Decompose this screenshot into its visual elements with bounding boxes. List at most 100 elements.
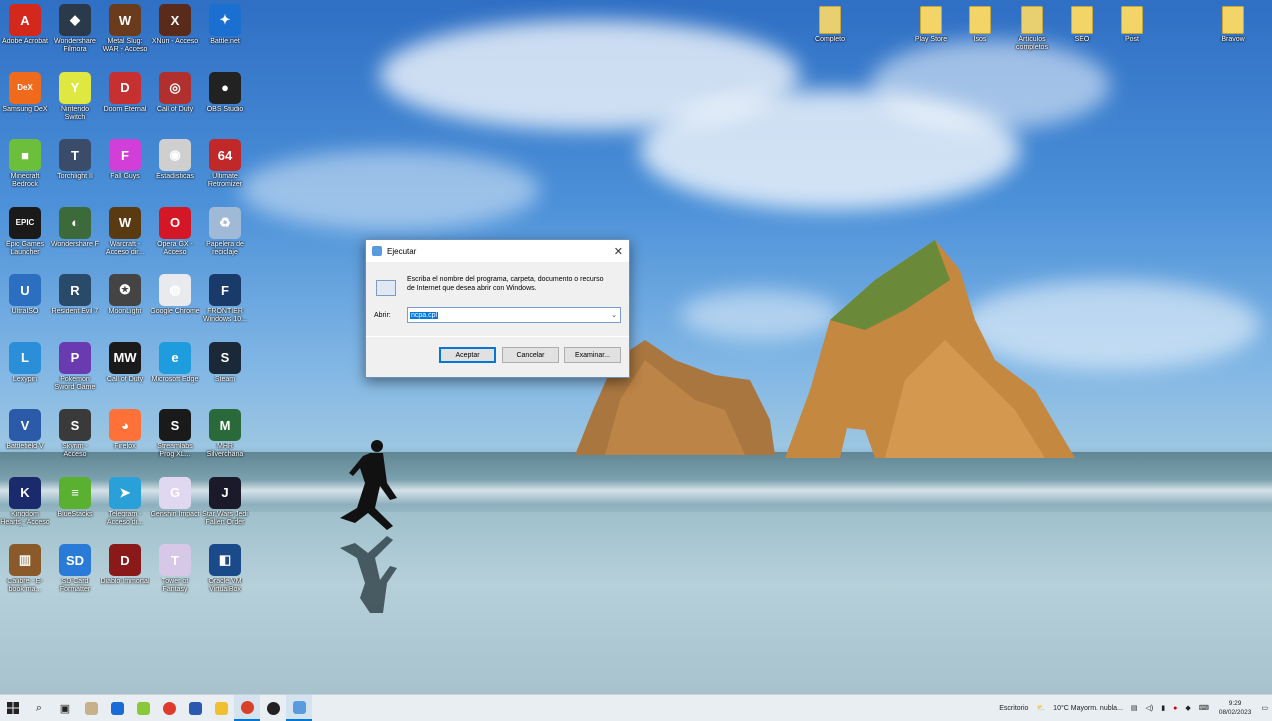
desktop-icon[interactable]: D Diablo Immortal xyxy=(100,544,150,586)
keyboard-icon[interactable]: ⌨ xyxy=(1199,704,1209,712)
desktop-icon[interactable]: ◆ Wondershare Filmora xyxy=(50,4,100,54)
desktop-icon[interactable]: ✦ Battle.net xyxy=(200,4,250,46)
chrome-active-icon[interactable] xyxy=(234,695,260,721)
game-icon: G xyxy=(159,476,191,509)
run-task-icon[interactable] xyxy=(286,695,312,721)
desktop-icon[interactable]: R Resident Evil 7 xyxy=(50,274,100,316)
folder-icon xyxy=(969,6,991,34)
start-button[interactable] xyxy=(0,695,26,721)
game-icon: P xyxy=(59,341,91,374)
desktop-icon[interactable]: L Lexypin xyxy=(0,341,50,384)
desktop-icon[interactable]: P Pokemon Sword Game xyxy=(50,341,100,392)
desktop-icon[interactable]: F Fall Guys xyxy=(100,139,150,181)
desktop-icon-label: Telegram - Acceso di... xyxy=(106,510,144,526)
desktop-icon[interactable]: T Tower of Fantasy xyxy=(150,544,200,594)
weather-icon[interactable]: ⛅ xyxy=(1036,704,1045,712)
desktop-icon[interactable]: M MHR Silverchana xyxy=(200,409,250,459)
desktop-icon[interactable]: ♻ Papelera de reciclaje xyxy=(200,206,250,257)
desktop-icon[interactable]: ◕ Firefox xyxy=(100,409,150,451)
close-icon[interactable]: ✕ xyxy=(614,245,623,258)
desktop-icon[interactable]: S Steam xyxy=(200,341,250,384)
desktop-icon[interactable]: EPIC Epic Games Launcher xyxy=(0,206,50,257)
explorer-icon[interactable] xyxy=(208,695,234,721)
chevron-down-icon[interactable]: ⌄ xyxy=(611,311,617,319)
iso-icon: U xyxy=(9,274,41,306)
desktop-icon[interactable]: ➤ Telegram - Acceso di... xyxy=(100,476,150,527)
browse-button[interactable]: Examinar... xyxy=(564,347,621,363)
desktop-icon[interactable]: A Adobe Acrobat xyxy=(0,4,50,46)
desktop-icon[interactable]: W Metal Slug: WAR - Acceso dir... xyxy=(100,4,150,54)
desktop-icon-label: Pokemon Sword Game xyxy=(54,375,96,391)
desktop-icon-label: Microsoft Edge xyxy=(151,375,199,383)
zip-folder-icon xyxy=(1021,6,1043,34)
desktop-icon[interactable]: DeX Samsung DeX xyxy=(0,71,50,114)
desktop-icon-label: Call of Duty xyxy=(106,375,144,383)
open-label: Abrir: xyxy=(374,312,391,319)
cancel-button[interactable]: Cancelar xyxy=(502,347,559,363)
open-input-value[interactable]: ncpa.cpl xyxy=(410,311,439,319)
ok-button[interactable]: Aceptar xyxy=(439,347,496,363)
desktop-icon[interactable]: D Doom Eternal xyxy=(100,71,150,114)
volume-icon[interactable]: ◁) xyxy=(1146,704,1154,712)
desktop-icon[interactable]: ≡ BlueStacks xyxy=(50,476,100,519)
desktop-folder[interactable]: Artículos completos xyxy=(1007,6,1057,52)
desktop-icon[interactable]: SD SD Card Formatter xyxy=(50,544,100,594)
desktop-icon[interactable]: J Star Wars Jedi Fallen Order xyxy=(200,476,250,527)
desktop-icon[interactable]: ● OBS Studio xyxy=(200,71,250,114)
desktop-icon[interactable]: S Skyrim - Acceso xyxy=(50,409,100,459)
desktop-icon[interactable]: ◍ Google Chrome xyxy=(150,274,200,316)
desktop-icon[interactable]: ◎ Call of Duty xyxy=(150,71,200,114)
desktop-icon[interactable]: ◐ Wondershare F xyxy=(50,206,100,249)
desktop-icon[interactable]: O Opera GX - Acceso xyxy=(150,206,200,257)
notepad-icon[interactable] xyxy=(130,695,156,721)
desktop-icon[interactable]: ✪ MoonLight xyxy=(100,274,150,316)
game-icon: F xyxy=(109,139,141,171)
yuzu-icon: Y xyxy=(59,71,91,104)
mic-icon[interactable]: ▮ xyxy=(1161,704,1165,712)
desktop-icon[interactable]: ▥ Calibre - E-book ma... xyxy=(0,544,50,594)
desktop-icon[interactable]: G Genshin Impact xyxy=(150,476,200,519)
task-view-icon[interactable]: ▣ xyxy=(52,695,78,721)
desktop-icon[interactable]: T Torchlight II xyxy=(50,139,100,181)
network-icon[interactable]: ▤ xyxy=(1131,704,1138,712)
desktop-folder[interactable]: Play Store xyxy=(906,6,956,44)
obs-icon[interactable] xyxy=(260,695,286,721)
clock[interactable]: 9:29 08/02/2023 xyxy=(1219,699,1252,717)
desktop-icon[interactable]: S Streamlabs Prog XL... xyxy=(150,409,200,459)
monitor-icon[interactable] xyxy=(182,695,208,721)
run-dialog-titlebar[interactable]: Ejecutar ✕ xyxy=(366,240,629,262)
shield-icon[interactable]: ◆ xyxy=(1185,704,1190,712)
desktop-icon[interactable]: F FRONTIER Windows 10... xyxy=(200,274,250,324)
desktop-folder[interactable]: Isos xyxy=(955,6,1005,44)
desktop-folder[interactable]: Post xyxy=(1107,6,1157,44)
desktop-icon[interactable]: ◉ Estadísticas xyxy=(150,139,200,181)
battlenet-icon: ✦ xyxy=(209,4,241,36)
desktop-icon[interactable]: MW Call of Duty xyxy=(100,341,150,384)
open-combobox[interactable]: ncpa.cpl ⌄ xyxy=(407,307,621,323)
desktop-icon[interactable]: V Battlefield V xyxy=(0,409,50,451)
record-icon[interactable]: ● xyxy=(1173,705,1177,712)
desktop-icon[interactable]: X XNuri - Acceso xyxy=(150,4,200,46)
desktop-icon[interactable]: KKingdom Hearts - Acceso dir... xyxy=(0,476,50,527)
desktop-icon[interactable]: ◧ Oracle VM VirtualBox xyxy=(200,544,250,594)
chrome-icon[interactable] xyxy=(156,695,182,721)
desktop-folder[interactable]: Completo xyxy=(805,6,855,44)
store-icon[interactable] xyxy=(104,695,130,721)
desktop-folder[interactable]: Bravow xyxy=(1208,6,1258,44)
notification-icon[interactable]: ▭ xyxy=(1261,704,1268,712)
desktop-toolbar-label[interactable]: Escritorio xyxy=(999,705,1028,712)
desktop-icon-label: SD Card Formatter xyxy=(59,578,91,593)
desktop-icon[interactable]: Y Nintendo Switch xyxy=(50,71,100,122)
desktop-folder[interactable]: SEO xyxy=(1057,6,1107,44)
search-icon[interactable]: ⌕ xyxy=(26,695,52,721)
desktop-icon[interactable]: ■ Minecraft Bedrock xyxy=(0,139,50,189)
desktop-icon-label: XNuri - Acceso xyxy=(151,38,199,45)
desktop-icon[interactable]: U UltraISO xyxy=(0,274,50,316)
pin-app-icon[interactable] xyxy=(78,695,104,721)
desktop-icon[interactable]: e Microsoft Edge xyxy=(150,341,200,384)
desktop-icon[interactable]: W Warcraft - Acceso dir... xyxy=(100,206,150,257)
desktop-icon-label: Fall Guys xyxy=(110,173,140,180)
desktop-icon[interactable]: 64 Ultimate Retromizer xyxy=(200,139,250,189)
weather-text[interactable]: 10°C Mayorm. nubla... xyxy=(1053,705,1123,712)
desktop-icon-label: Genshin Impact xyxy=(150,510,200,518)
